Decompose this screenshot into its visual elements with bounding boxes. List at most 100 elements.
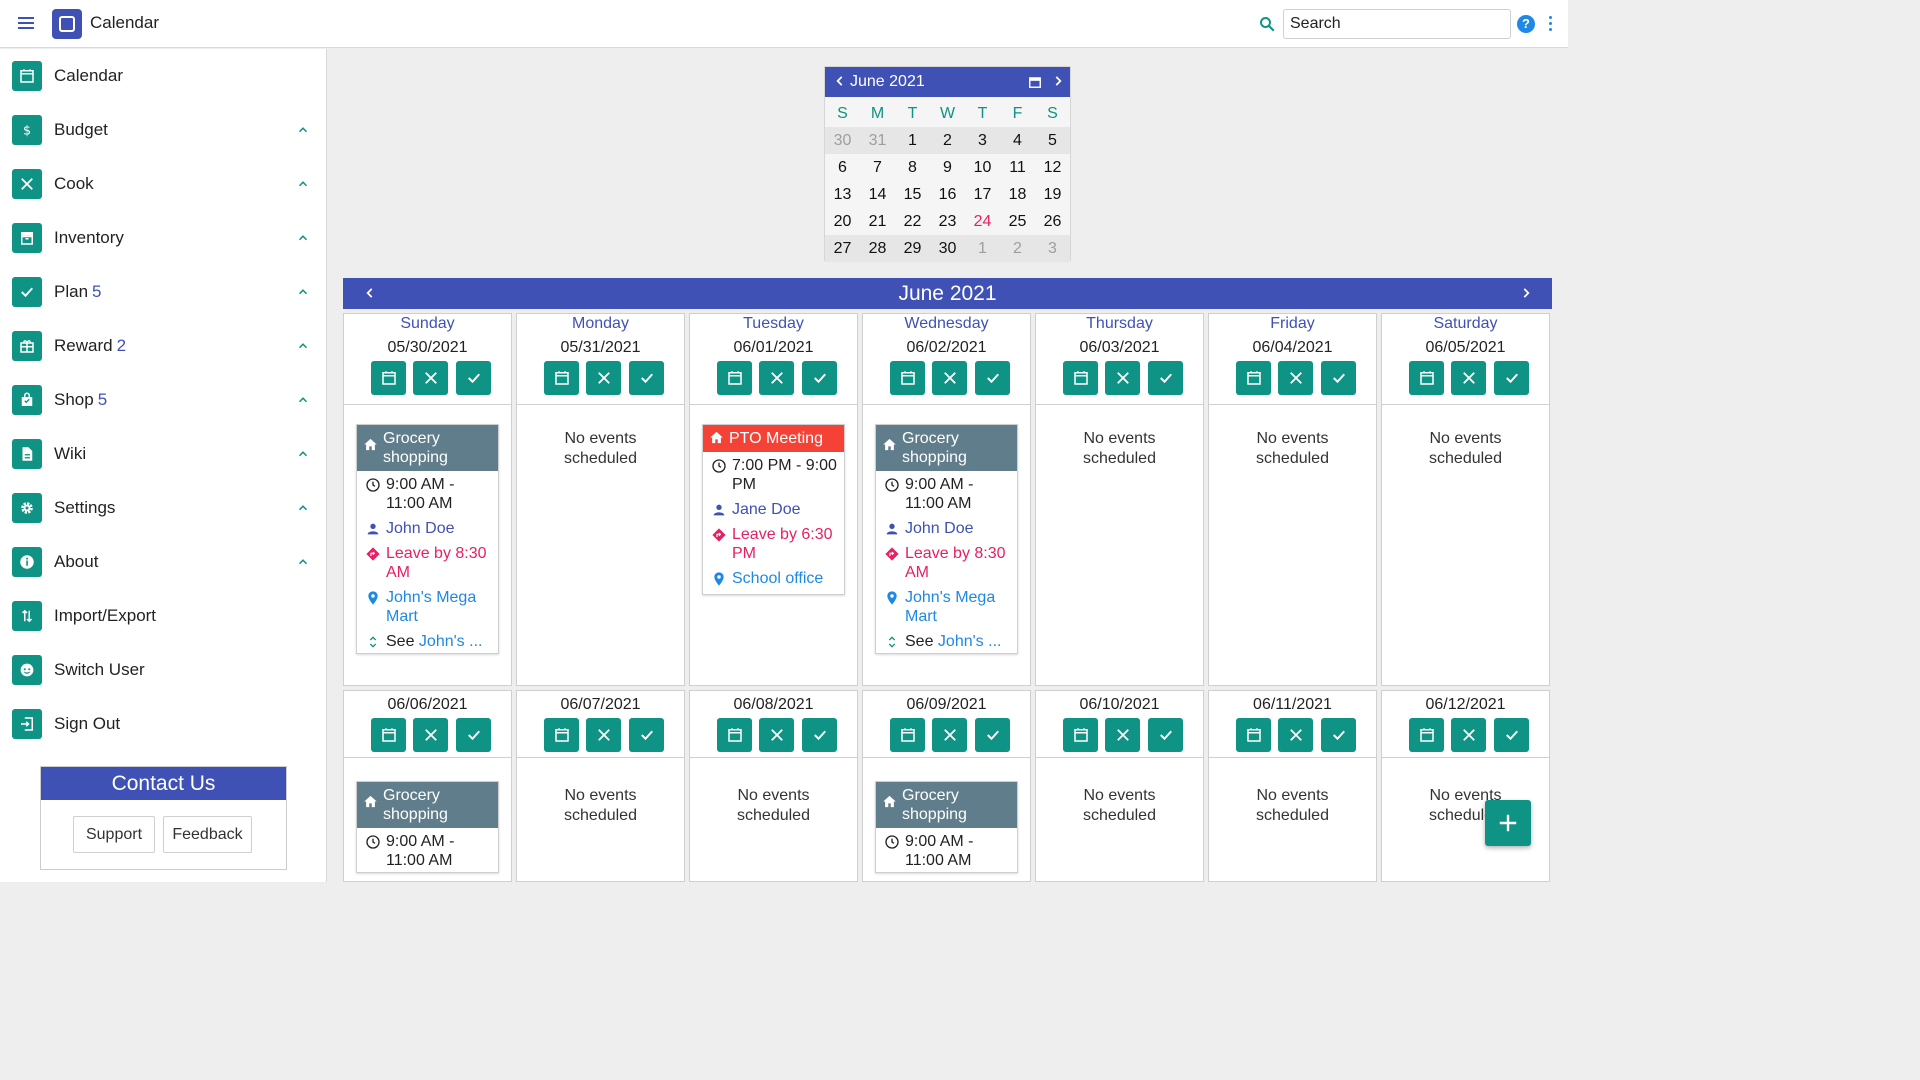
calendar-day-today[interactable]: 24 — [965, 208, 1000, 235]
chevron-up-icon[interactable] — [296, 231, 310, 245]
calendar-day[interactable]: 3 — [965, 127, 1000, 154]
event-location[interactable]: John's Mega Mart — [357, 584, 498, 628]
add-calendar-event-button[interactable] — [890, 361, 925, 395]
calendar-day[interactable]: 27 — [825, 235, 860, 262]
sidebar-item-about[interactable]: About — [0, 535, 326, 589]
event-card[interactable]: Grocery shopping 9:00 AM - 11:00 AM — [875, 781, 1018, 873]
sidebar-item-calendar[interactable]: Calendar — [0, 49, 326, 103]
chevron-up-icon[interactable] — [296, 447, 310, 461]
sidebar-item-settings[interactable]: Settings — [0, 481, 326, 535]
chevron-up-icon[interactable] — [296, 393, 310, 407]
add-task-button[interactable] — [1321, 718, 1356, 752]
event-location[interactable]: School office — [703, 565, 844, 594]
sidebar-item-switch-user[interactable]: Switch User — [0, 643, 326, 697]
calendar-day[interactable]: 31 — [860, 127, 895, 154]
calendar-day[interactable]: 23 — [930, 208, 965, 235]
calendar-day[interactable]: 3 — [1035, 235, 1070, 262]
calendar-day[interactable]: 15 — [895, 181, 930, 208]
calendar-day[interactable]: 13 — [825, 181, 860, 208]
add-meal-button[interactable] — [932, 718, 967, 752]
sidebar-item-inventory[interactable]: Inventory — [0, 211, 326, 265]
chevron-up-icon[interactable] — [296, 177, 310, 191]
calendar-day[interactable]: 20 — [825, 208, 860, 235]
add-task-button[interactable] — [456, 361, 491, 395]
add-task-button[interactable] — [975, 361, 1010, 395]
sidebar-item-reward[interactable]: Reward 2 — [0, 319, 326, 373]
chevron-right-icon[interactable] — [1519, 286, 1533, 300]
add-task-button[interactable] — [629, 718, 664, 752]
feedback-button[interactable]: Feedback — [163, 816, 252, 853]
add-meal-button[interactable] — [586, 718, 621, 752]
add-task-button[interactable] — [1321, 361, 1356, 395]
event-see-more[interactable]: See John's ... — [357, 628, 498, 653]
add-meal-button[interactable] — [1451, 718, 1486, 752]
add-calendar-event-button[interactable] — [1236, 718, 1271, 752]
calendar-day[interactable]: 9 — [930, 154, 965, 181]
sidebar-item-sign-out[interactable]: Sign Out — [0, 697, 326, 751]
chevron-up-icon[interactable] — [296, 555, 310, 569]
add-meal-button[interactable] — [1278, 361, 1313, 395]
chevron-up-icon[interactable] — [296, 501, 310, 515]
see-more-link[interactable]: John's ... — [938, 633, 1002, 650]
add-calendar-event-button[interactable] — [371, 361, 406, 395]
add-task-button[interactable] — [1148, 718, 1183, 752]
add-meal-button[interactable] — [1105, 361, 1140, 395]
add-calendar-event-button[interactable] — [1409, 718, 1444, 752]
sidebar-item-import-export[interactable]: Import/Export — [0, 589, 326, 643]
calendar-day[interactable]: 17 — [965, 181, 1000, 208]
chevron-right-icon[interactable] — [1051, 74, 1065, 88]
support-button[interactable]: Support — [73, 816, 155, 853]
add-meal-button[interactable] — [932, 361, 967, 395]
event-card[interactable]: Grocery shopping 9:00 AM - 11:00 AM — [356, 781, 499, 873]
add-task-button[interactable] — [1494, 361, 1529, 395]
add-calendar-event-button[interactable] — [1063, 718, 1098, 752]
calendar-day[interactable]: 18 — [1000, 181, 1035, 208]
chevron-up-icon[interactable] — [296, 339, 310, 353]
add-task-button[interactable] — [802, 361, 837, 395]
add-calendar-event-button[interactable] — [544, 718, 579, 752]
event-card[interactable]: PTO Meeting 7:00 PM - 9:00 PM Jane Doe L… — [702, 424, 845, 595]
add-meal-button[interactable] — [1451, 361, 1486, 395]
calendar-day[interactable]: 6 — [825, 154, 860, 181]
calendar-day[interactable]: 30 — [825, 127, 860, 154]
calendar-day[interactable]: 10 — [965, 154, 1000, 181]
calendar-day[interactable]: 21 — [860, 208, 895, 235]
chevron-up-icon[interactable] — [296, 123, 310, 137]
add-task-button[interactable] — [802, 718, 837, 752]
add-meal-button[interactable] — [1105, 718, 1140, 752]
add-fab-button[interactable] — [1485, 800, 1531, 846]
add-meal-button[interactable] — [759, 361, 794, 395]
sidebar-item-shop[interactable]: Shop 5 — [0, 373, 326, 427]
add-calendar-event-button[interactable] — [890, 718, 925, 752]
calendar-day[interactable]: 1 — [895, 127, 930, 154]
add-meal-button[interactable] — [413, 361, 448, 395]
calendar-icon[interactable] — [1028, 75, 1042, 89]
sidebar-item-budget[interactable]: $ Budget — [0, 103, 326, 157]
calendar-day[interactable]: 1 — [965, 235, 1000, 262]
add-meal-button[interactable] — [413, 718, 448, 752]
calendar-day[interactable]: 28 — [860, 235, 895, 262]
menu-icon[interactable] — [16, 14, 38, 34]
calendar-day[interactable]: 29 — [895, 235, 930, 262]
chevron-up-icon[interactable] — [296, 285, 310, 299]
add-calendar-event-button[interactable] — [717, 718, 752, 752]
chevron-left-icon[interactable] — [833, 74, 847, 88]
calendar-day[interactable]: 14 — [860, 181, 895, 208]
calendar-day[interactable]: 7 — [860, 154, 895, 181]
calendar-day[interactable]: 30 — [930, 235, 965, 262]
help-icon[interactable]: ? — [1517, 15, 1535, 33]
add-task-button[interactable] — [629, 361, 664, 395]
add-meal-button[interactable] — [1278, 718, 1313, 752]
add-calendar-event-button[interactable] — [1409, 361, 1444, 395]
calendar-day[interactable]: 8 — [895, 154, 930, 181]
add-task-button[interactable] — [1148, 361, 1183, 395]
add-calendar-event-button[interactable] — [544, 361, 579, 395]
see-more-link[interactable]: John's ... — [419, 633, 483, 650]
calendar-day[interactable]: 5 — [1035, 127, 1070, 154]
add-task-button[interactable] — [975, 718, 1010, 752]
add-task-button[interactable] — [456, 718, 491, 752]
sidebar-item-plan[interactable]: Plan 5 — [0, 265, 326, 319]
add-calendar-event-button[interactable] — [1063, 361, 1098, 395]
calendar-day[interactable]: 2 — [1000, 235, 1035, 262]
event-location[interactable]: John's Mega Mart — [876, 584, 1017, 628]
